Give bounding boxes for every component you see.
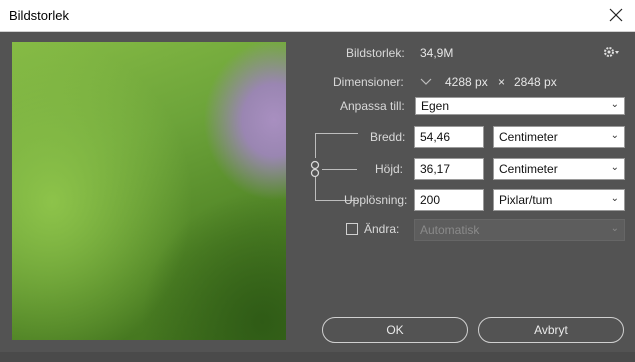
resolution-label: Upplösning:: [344, 193, 408, 207]
resolution-input[interactable]: 200: [414, 189, 484, 211]
chevron-down-icon: ⌄: [610, 193, 619, 204]
resample-checkbox[interactable]: [346, 223, 358, 235]
height-unit-value: Centimeter: [499, 162, 558, 176]
image-size-value: 34,9M: [420, 46, 454, 60]
height-unit-select[interactable]: Centimeter ⌄: [493, 158, 625, 180]
link-bracket: [315, 133, 358, 158]
resample-method-value: Automatisk: [420, 223, 480, 237]
chevron-down-icon: ⌄: [610, 99, 619, 110]
close-icon[interactable]: [605, 4, 627, 26]
chevron-down-icon: ⌄: [610, 130, 619, 141]
resample-label: Ändra:: [364, 222, 400, 236]
fit-to-value: Egen: [421, 99, 450, 113]
width-unit-value: Centimeter: [499, 130, 558, 144]
fit-to-select[interactable]: Egen ⌄: [415, 97, 625, 115]
title-bar: Bildstorlek: [0, 0, 635, 32]
gear-icon[interactable]: [603, 45, 621, 59]
width-label: Bredd:: [370, 130, 406, 144]
dialog-title: Bildstorlek: [9, 8, 69, 23]
bottom-strip: [0, 352, 635, 362]
image-size-label: Bildstorlek:: [346, 46, 405, 60]
link-bracket: [322, 169, 357, 170]
image-preview[interactable]: [12, 42, 286, 340]
image-size-dialog: Bildstorlek Bildstorlek: 34,9M Dimension…: [0, 0, 635, 362]
chevron-down-icon: ⌄: [610, 223, 619, 234]
height-label: Höjd:: [375, 162, 404, 176]
dimensions-height: 2848 px: [514, 75, 557, 89]
fit-to-label: Anpassa till:: [340, 99, 405, 113]
resample-method-select: Automatisk ⌄: [414, 219, 625, 241]
chevron-down-icon: ⌄: [610, 162, 619, 173]
cancel-button[interactable]: Avbryt: [478, 317, 624, 343]
height-input[interactable]: 36,17: [414, 158, 484, 180]
dimensions-label: Dimensioner:: [333, 75, 404, 89]
resolution-unit-select[interactable]: Pixlar/tum ⌄: [493, 189, 625, 211]
resolution-unit-value: Pixlar/tum: [499, 193, 553, 207]
width-unit-select[interactable]: Centimeter ⌄: [493, 126, 625, 148]
width-input[interactable]: 54,46: [414, 126, 484, 148]
chevron-down-icon[interactable]: [419, 76, 433, 88]
dimensions-width: 4288 px: [445, 75, 488, 89]
dimensions-times: ×: [498, 75, 506, 89]
chain-link-icon[interactable]: [309, 160, 321, 178]
ok-button[interactable]: OK: [322, 317, 468, 343]
